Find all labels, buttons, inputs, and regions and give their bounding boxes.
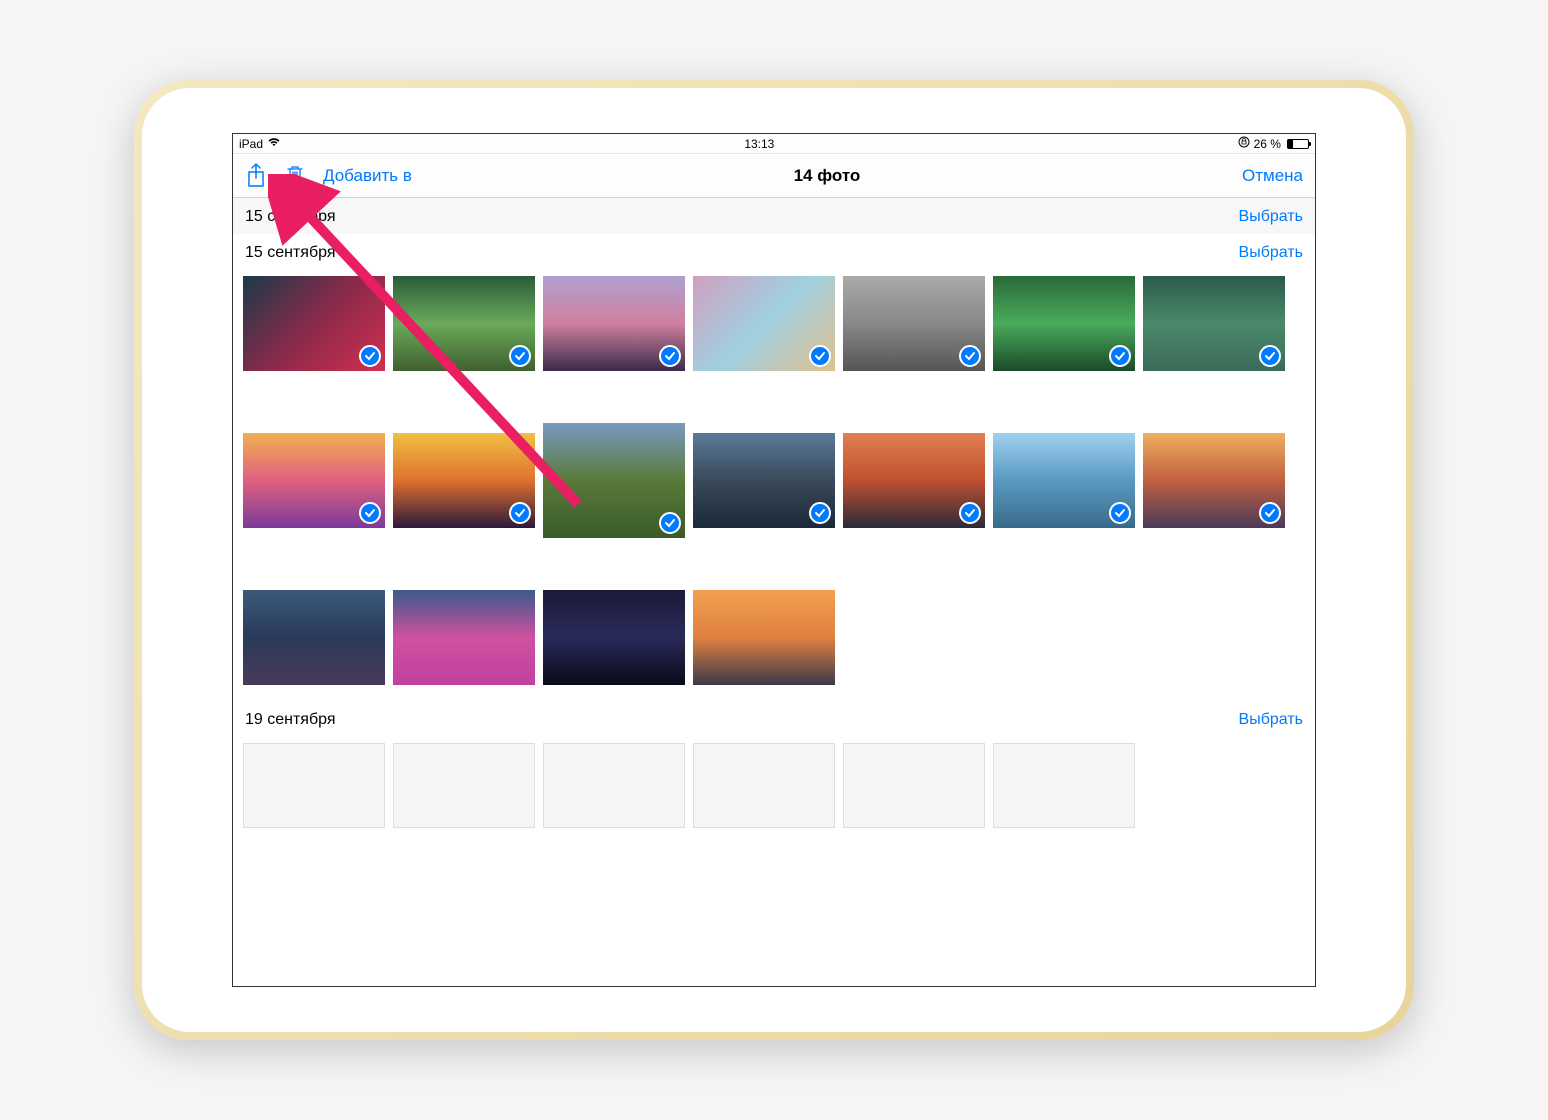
- check-icon: [959, 502, 981, 524]
- select-link[interactable]: Выбрать: [1239, 711, 1303, 729]
- photo-thumbnail[interactable]: [1143, 433, 1285, 528]
- status-bar: iPad 13:13 26 %: [233, 134, 1315, 154]
- trash-button[interactable]: [285, 164, 305, 188]
- check-icon: [959, 345, 981, 367]
- check-icon: [509, 502, 531, 524]
- wifi-icon: [267, 137, 281, 150]
- section-header: 15 сентября Выбрать: [233, 234, 1315, 270]
- photo-thumbnail[interactable]: [243, 433, 385, 528]
- photo-thumbnail[interactable]: [393, 743, 535, 828]
- photo-thumbnail[interactable]: [243, 276, 385, 371]
- check-icon: [509, 345, 531, 367]
- select-link[interactable]: Выбрать: [1239, 244, 1303, 262]
- check-icon: [359, 502, 381, 524]
- battery-icon: [1287, 139, 1309, 149]
- photo-thumbnail[interactable]: [1143, 276, 1285, 371]
- device-label: iPad: [239, 137, 263, 151]
- screen: iPad 13:13 26 %: [232, 133, 1316, 987]
- photo-thumbnail[interactable]: [693, 590, 835, 685]
- check-icon: [359, 345, 381, 367]
- photo-thumbnail[interactable]: [543, 276, 685, 371]
- photo-thumbnail[interactable]: [243, 743, 385, 828]
- check-icon: [1109, 502, 1131, 524]
- share-button[interactable]: [245, 162, 267, 190]
- check-icon: [809, 345, 831, 367]
- ipad-frame: iPad 13:13 26 %: [134, 80, 1414, 1040]
- battery-percent: 26 %: [1254, 137, 1281, 151]
- photo-thumbnail[interactable]: [843, 433, 985, 528]
- add-to-button[interactable]: Добавить в: [323, 166, 412, 186]
- cancel-button[interactable]: Отмена: [1242, 166, 1303, 186]
- check-icon: [1109, 345, 1131, 367]
- photo-thumbnail[interactable]: [993, 433, 1135, 528]
- photo-content[interactable]: 15 сентября Выбрать 15 сентября Выбрать: [233, 198, 1315, 986]
- status-time: 13:13: [744, 137, 774, 151]
- section-date: 15 сентября: [245, 208, 336, 226]
- photo-thumbnail[interactable]: [693, 743, 835, 828]
- section-date: 15 сентября: [245, 244, 336, 262]
- check-icon: [659, 512, 681, 534]
- photo-thumbnail[interactable]: [243, 590, 385, 685]
- photo-thumbnail[interactable]: [393, 590, 535, 685]
- section-date: 19 сентября: [245, 711, 336, 729]
- photo-thumbnail[interactable]: [543, 743, 685, 828]
- orientation-lock-icon: [1238, 136, 1250, 151]
- section-header: 19 сентября Выбрать: [233, 701, 1315, 737]
- select-link[interactable]: Выбрать: [1239, 208, 1303, 226]
- photo-thumbnail[interactable]: [543, 590, 685, 685]
- check-icon: [809, 502, 831, 524]
- check-icon: [1259, 502, 1281, 524]
- photo-thumbnail[interactable]: [693, 433, 835, 528]
- section-header: 15 сентября Выбрать: [233, 198, 1315, 234]
- photo-thumbnail[interactable]: [843, 276, 985, 371]
- photo-thumbnail[interactable]: [543, 423, 685, 538]
- photo-thumbnail[interactable]: [393, 433, 535, 528]
- photo-thumbnail[interactable]: [693, 276, 835, 371]
- photo-thumbnail[interactable]: [393, 276, 535, 371]
- photo-thumbnail[interactable]: [993, 276, 1135, 371]
- check-icon: [659, 345, 681, 367]
- toolbar-title: 14 фото: [412, 166, 1242, 186]
- toolbar: Добавить в 14 фото Отмена: [233, 154, 1315, 198]
- photo-thumbnail[interactable]: [993, 743, 1135, 828]
- photo-thumbnail[interactable]: [843, 743, 985, 828]
- check-icon: [1259, 345, 1281, 367]
